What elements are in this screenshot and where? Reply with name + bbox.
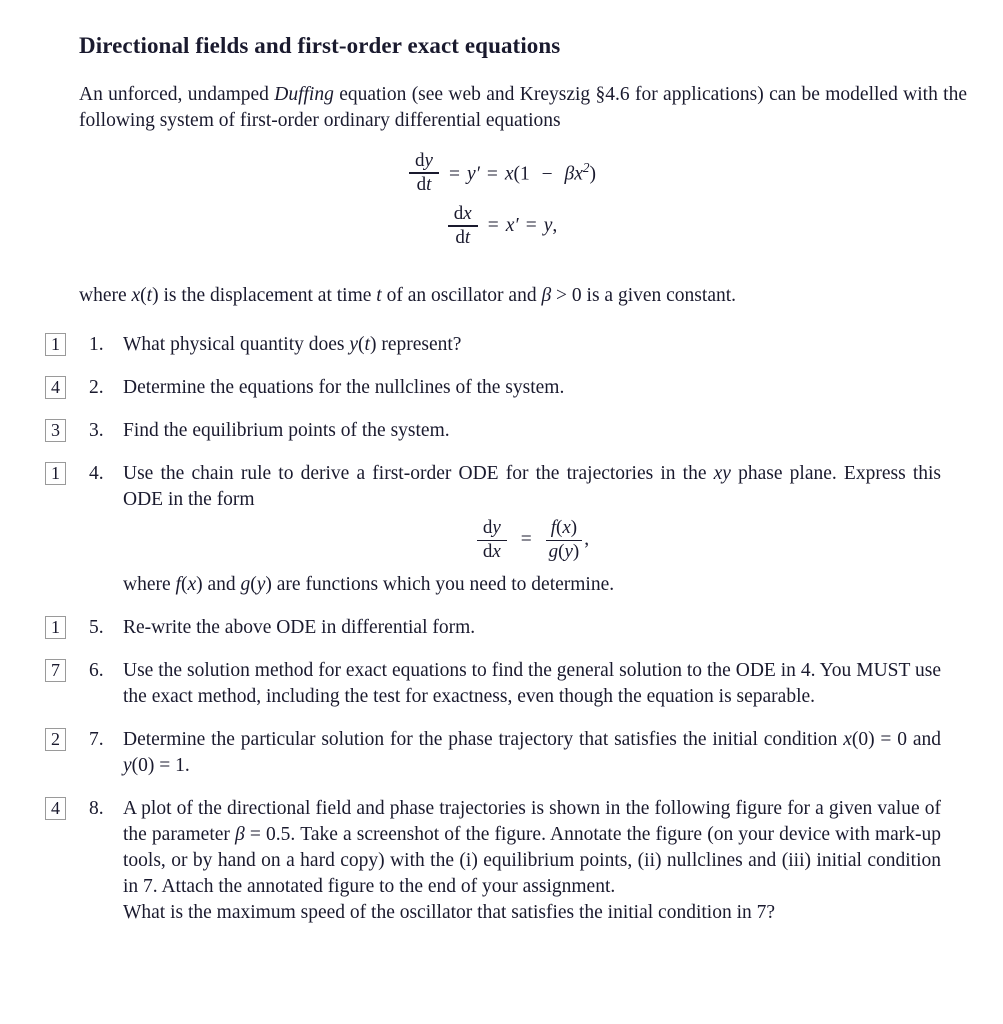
page-title: Directional fields and first-order exact… bbox=[79, 33, 561, 59]
list-item: 3 3. Find the equilibrium points of the … bbox=[0, 418, 1003, 444]
equation-dy-dx: dy dx = f(x) g(y) , bbox=[123, 517, 941, 562]
question-text-after: What is the maximum speed of the oscilla… bbox=[123, 902, 776, 924]
fraction-dy-dt: dy dt bbox=[408, 149, 439, 195]
system-equations: dy dt = y′ = x(1 − βx2) dx dt = x′ = y, bbox=[0, 146, 1003, 252]
where-definition-line: where x(t) is the displacement at time t… bbox=[79, 285, 737, 306]
marks-box: 1 bbox=[45, 333, 66, 356]
list-item: 1 4. Use the chain rule to derive a firs… bbox=[0, 461, 1003, 598]
question-text: Find the equilibrium points of the syste… bbox=[123, 420, 450, 441]
question-text: What physical quantity does y(t) represe… bbox=[123, 334, 462, 355]
fraction-numerator: dy bbox=[482, 517, 501, 538]
equation-dy-dt-rhs: = y′ = x(1 − βx2) bbox=[448, 160, 597, 185]
fraction-f-over-g: f(x) g(y) bbox=[545, 517, 583, 562]
list-item: 4 8. A plot of the directional field and… bbox=[0, 796, 1003, 926]
list-item: 4 2. Determine the equations for the nul… bbox=[0, 375, 1003, 401]
question-number: 3. bbox=[89, 420, 104, 441]
fraction-numerator: dx bbox=[453, 202, 472, 224]
question-number: 2. bbox=[89, 377, 104, 398]
marks-box: 7 bbox=[45, 659, 66, 683]
fraction-denominator: dx bbox=[482, 540, 501, 562]
fraction-dx-dt: dx dt bbox=[447, 202, 478, 248]
question-body: Determine the particular solution for th… bbox=[123, 727, 977, 779]
list-item: 2 7. Determine the particular solution f… bbox=[0, 727, 1003, 779]
question-number: 1. bbox=[89, 334, 104, 355]
fraction-numerator: dy bbox=[414, 149, 433, 171]
question-text: Determine the particular solution for th… bbox=[123, 729, 941, 777]
list-item: 1 5. Re-write the above ODE in different… bbox=[0, 615, 1003, 641]
question-list: 1 1. What physical quantity does y(t) re… bbox=[0, 332, 1003, 943]
equals-sign: = bbox=[520, 528, 532, 550]
question-text: Use the solution method for exact equati… bbox=[123, 660, 941, 708]
marks-box: 1 bbox=[45, 616, 66, 640]
question-body: Find the equilibrium points of the syste… bbox=[123, 418, 977, 444]
question-text: Re-write the above ODE in differential f… bbox=[123, 617, 476, 639]
question-number: 7. bbox=[89, 729, 104, 751]
fraction-denominator: g(y) bbox=[548, 540, 580, 562]
intro-paragraph: An unforced, undamped Duffing equation (… bbox=[79, 82, 967, 134]
document-page: Directional fields and first-order exact… bbox=[0, 0, 1003, 1024]
marks-box: 4 bbox=[45, 376, 66, 399]
fraction-denominator: dt bbox=[416, 173, 432, 195]
question-number: 8. bbox=[89, 798, 104, 820]
question-text-after: where f(x) and g(y) are functions which … bbox=[123, 574, 615, 596]
fraction-dy-dx: dy dx bbox=[476, 517, 507, 562]
list-item: 7 6. Use the solution method for exact e… bbox=[0, 658, 1003, 710]
question-number: 6. bbox=[89, 660, 104, 682]
question-text: Determine the equations for the nullclin… bbox=[123, 377, 565, 398]
question-text: Use the chain rule to derive a first-ord… bbox=[123, 463, 941, 510]
marks-box: 2 bbox=[45, 728, 66, 752]
question-text: A plot of the directional field and phas… bbox=[123, 798, 942, 898]
equation-dy-dt: dy dt = y′ = x(1 − βx2) bbox=[0, 146, 1003, 200]
equation-dx-dt-rhs: = x′ = y, bbox=[487, 215, 558, 236]
question-body: Use the chain rule to derive a first-ord… bbox=[123, 461, 977, 598]
question-body: Use the solution method for exact equati… bbox=[123, 658, 977, 710]
marks-box: 1 bbox=[45, 462, 66, 485]
fraction-numerator: f(x) bbox=[550, 517, 578, 538]
marks-box: 4 bbox=[45, 797, 66, 821]
question-number: 5. bbox=[89, 617, 104, 639]
list-item: 1 1. What physical quantity does y(t) re… bbox=[0, 332, 1003, 358]
equation-trailing-comma: , bbox=[584, 528, 590, 550]
question-body: A plot of the directional field and phas… bbox=[123, 796, 977, 926]
intro-text-part2: equation (see web and Kreyszig §4.6 for … bbox=[333, 84, 820, 105]
equation-dx-dt: dx dt = x′ = y, bbox=[0, 200, 1003, 252]
question-body: Determine the equations for the nullclin… bbox=[123, 375, 977, 401]
marks-box: 3 bbox=[45, 419, 66, 442]
intro-text-part1: An unforced, undamped bbox=[79, 84, 275, 105]
intro-emphasis-duffing: Duffing bbox=[274, 84, 334, 105]
question-body: Re-write the above ODE in differential f… bbox=[123, 615, 977, 641]
question-number: 4. bbox=[89, 463, 104, 484]
question-body: What physical quantity does y(t) represe… bbox=[123, 332, 977, 358]
fraction-denominator: dt bbox=[455, 226, 471, 248]
